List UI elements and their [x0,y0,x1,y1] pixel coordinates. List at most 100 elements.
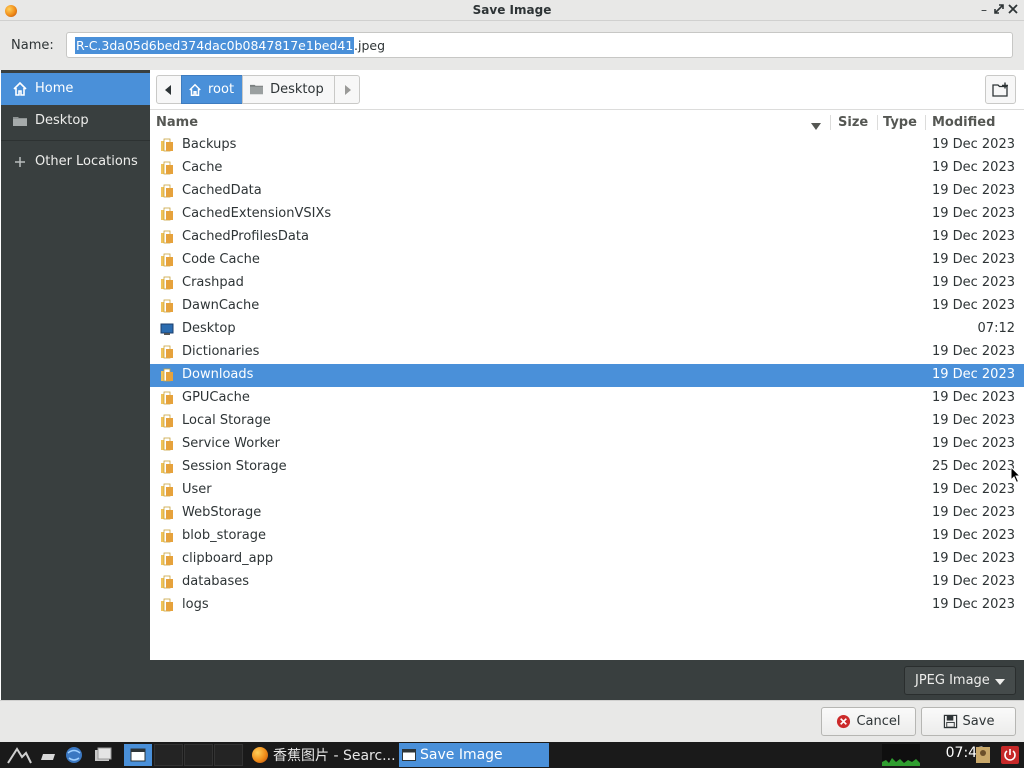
filename-selection[interactable]: R-C.3da05d6bed374dac0b0847817e1bed41 [75,37,355,54]
new-folder-icon [991,82,1010,98]
file-modified: 19 Dec 2023 [931,229,1015,244]
file-modified: 19 Dec 2023 [931,275,1015,290]
file-modified: 19 Dec 2023 [931,344,1015,359]
cancel-button[interactable]: Cancel [821,707,916,736]
path-segment-desktop[interactable]: Desktop [242,75,335,104]
minimize-icon[interactable]: – [977,3,991,17]
sidebar-item-desktop[interactable]: Desktop [1,105,150,137]
folder-icon [160,391,174,405]
path-back-button[interactable] [156,75,182,104]
file-row[interactable]: WebStorage 19 Dec 2023 [150,502,1024,525]
file-row[interactable]: clipboard_app 19 Dec 2023 [150,548,1024,571]
file-row[interactable]: Code Cache 19 Dec 2023 [150,249,1024,272]
path-bar: root Desktop [156,75,360,104]
workspace-1[interactable] [154,744,183,766]
title-bar: Save Image – [0,0,1024,21]
file-modified: 19 Dec 2023 [931,551,1015,566]
column-modified[interactable]: Modified [932,115,995,130]
file-name: User [182,482,212,497]
home-icon [12,81,28,97]
sidebar-item-label: Other Locations [35,154,138,169]
file-row[interactable]: blob_storage 19 Dec 2023 [150,525,1024,548]
file-row[interactable]: User 19 Dec 2023 [150,479,1024,502]
cancel-label: Cancel [856,714,901,729]
save-label: Save [962,714,995,729]
task-browser[interactable]: 香蕉图片 - Searc... [248,743,396,767]
file-row[interactable]: CachedData 19 Dec 2023 [150,180,1024,203]
file-row[interactable]: Desktop 07:12 [150,318,1024,341]
file-row[interactable]: Crashpad 19 Dec 2023 [150,272,1024,295]
location-toolbar: root Desktop [150,70,1024,110]
file-modified: 19 Dec 2023 [931,137,1015,152]
file-row[interactable]: Service Worker 19 Dec 2023 [150,433,1024,456]
file-row[interactable]: Backups 19 Dec 2023 [150,134,1024,157]
file-manager-icon[interactable] [93,745,113,765]
file-name: Desktop [182,321,236,336]
folder-icon [160,552,174,566]
task-save-image[interactable]: Save Image [399,743,549,767]
filename-input[interactable]: R-C.3da05d6bed374dac0b0847817e1bed41 .jp… [66,32,1013,58]
home-icon [188,83,202,97]
sidebar-item-other-locations[interactable]: Other Locations [1,146,150,178]
column-name[interactable]: Name [156,115,198,130]
start-menu-icon[interactable] [6,745,32,765]
save-button[interactable]: Save [921,707,1016,736]
file-row[interactable]: Cache 19 Dec 2023 [150,157,1024,180]
file-name: blob_storage [182,528,266,543]
file-row[interactable]: Dictionaries 19 Dec 2023 [150,341,1024,364]
file-modified: 19 Dec 2023 [931,413,1015,428]
browser-icon[interactable] [64,745,84,765]
file-name: Session Storage [182,459,287,474]
column-divider [877,115,878,130]
window-icon [402,749,416,761]
filename-extension[interactable]: .jpeg [354,37,385,54]
sidebar-item-label: Desktop [35,113,89,128]
file-row[interactable]: CachedProfilesData 19 Dec 2023 [150,226,1024,249]
folder-icon [160,161,174,175]
desktop-switch-icon[interactable] [124,744,152,766]
file-row[interactable]: Session Storage 25 Dec 2023 [150,456,1024,479]
task-label: Save Image [420,747,503,763]
folder-icon [249,83,264,96]
file-modified: 19 Dec 2023 [931,597,1015,612]
maximize-icon[interactable] [992,3,1006,17]
file-modified: 19 Dec 2023 [931,482,1015,497]
file-name: GPUCache [182,390,250,405]
folder-icon [160,414,174,428]
path-segment-root[interactable]: root [181,75,244,104]
column-size[interactable]: Size [838,115,868,130]
folder-icon [12,113,28,129]
power-icon[interactable] [1000,745,1020,765]
file-modified: 19 Dec 2023 [931,528,1015,543]
file-name: Crashpad [182,275,244,290]
folder-icon [160,184,174,198]
file-list[interactable]: Backups 19 Dec 2023 Cache 19 Dec 2023 Cached… [150,134,1024,660]
path-forward-button[interactable] [333,75,360,104]
folder-icon [160,529,174,543]
sort-arrow-icon[interactable] [811,119,821,134]
file-row[interactable]: Local Storage 19 Dec 2023 [150,410,1024,433]
sidebar-item-home[interactable]: Home [1,73,150,105]
terminal-icon[interactable] [38,745,58,765]
file-row[interactable]: CachedExtensionVSIXs 19 Dec 2023 [150,203,1024,226]
user-icon[interactable] [974,745,994,765]
file-type-dropdown[interactable]: JPEG Image [904,666,1016,695]
file-row[interactable]: DawnCache 19 Dec 2023 [150,295,1024,318]
file-row[interactable]: logs 19 Dec 2023 [150,594,1024,617]
name-label: Name: [11,38,54,53]
workspace-3[interactable] [214,744,243,766]
file-modified: 19 Dec 2023 [931,505,1015,520]
file-modified: 19 Dec 2023 [931,436,1015,451]
file-name: Dictionaries [182,344,260,359]
file-row[interactable]: databases 19 Dec 2023 [150,571,1024,594]
workspace-2[interactable] [184,744,213,766]
file-modified: 19 Dec 2023 [931,298,1015,313]
close-icon[interactable] [1006,3,1020,17]
file-row[interactable]: GPUCache 19 Dec 2023 [150,387,1024,410]
column-type[interactable]: Type [883,115,917,130]
file-row[interactable]: Downloads 19 Dec 2023 [150,364,1024,387]
cancel-icon [836,714,851,729]
sidebar-item-label: Home [35,81,74,96]
desktop-folder-icon [160,322,174,336]
create-folder-button[interactable] [985,75,1016,104]
